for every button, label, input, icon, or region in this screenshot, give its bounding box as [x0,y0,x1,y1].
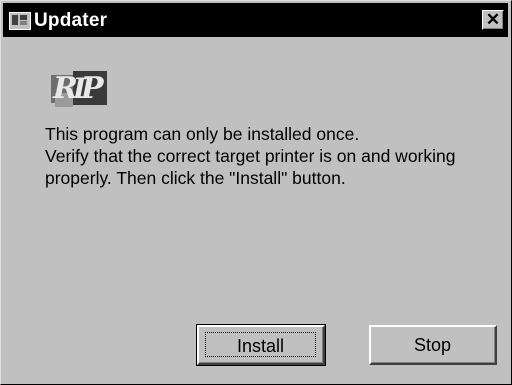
install-button[interactable]: Install [196,324,326,366]
logo-letter-p: P [81,71,104,106]
message-line-2: Verify that the correct target printer i… [45,146,456,166]
close-icon: ✕ [485,10,501,29]
install-button-label: Install [205,332,316,357]
window-title: Updater [34,10,108,31]
instruction-message: This program can only be installed once.… [45,123,505,189]
title-bar[interactable]: Updater ✕ [3,3,508,37]
close-button[interactable]: ✕ [482,10,504,30]
updater-dialog: Updater ✕ R I P This program can only be… [0,0,512,385]
message-line-1: This program can only be installed once. [45,124,360,144]
message-line-3: properly. Then click the "Install" butto… [45,168,346,188]
rip-logo-icon: R I P [51,71,109,109]
stop-button-label: Stop [413,335,452,355]
stop-button[interactable]: Stop [369,325,497,365]
updater-app-icon[interactable] [9,12,31,30]
